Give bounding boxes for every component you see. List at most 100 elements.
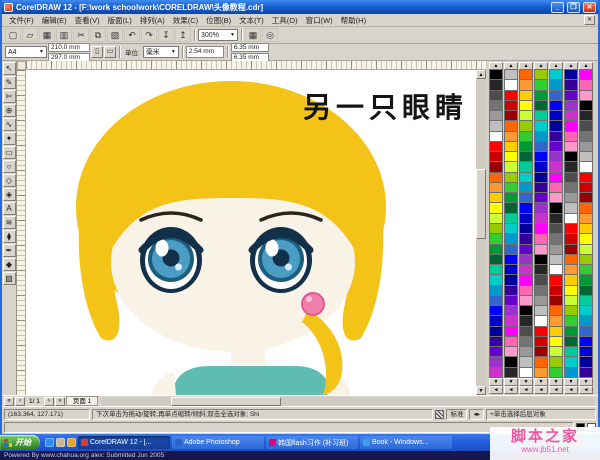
color-swatch[interactable] — [519, 367, 533, 378]
menu-item-9[interactable]: 窗口(W) — [302, 15, 337, 26]
duplicate-x-field[interactable]: 6.35 mm — [231, 43, 269, 52]
interactive-fill-tool[interactable]: ▧ — [3, 272, 16, 285]
calligraphy-caption[interactable]: 另一只眼睛 — [303, 86, 468, 126]
horizontal-scrollbar[interactable] — [101, 397, 594, 406]
scroll-down-icon[interactable]: ▼ — [476, 386, 486, 395]
export-icon[interactable]: ↥ — [175, 28, 191, 42]
zoom-level-select[interactable]: 300% ▼ — [198, 29, 238, 41]
menu-item-5[interactable]: 效果(C) — [169, 15, 202, 26]
scroll-up-icon[interactable]: ▲ — [476, 70, 486, 79]
menu-item-0[interactable]: 文件(F) — [5, 15, 38, 26]
color-swatch[interactable] — [534, 367, 548, 378]
palette-scroll-down-icon[interactable]: ▼ — [519, 378, 533, 386]
minimize-button[interactable]: _ — [551, 2, 564, 13]
units-select[interactable]: 毫米 ▼ — [143, 46, 179, 58]
palette-scroll-down-icon[interactable]: ▼ — [489, 378, 503, 386]
menu-item-10[interactable]: 帮助(H) — [337, 15, 370, 26]
maximize-button[interactable]: ❐ — [567, 2, 580, 13]
horizontal-scroll-thumb[interactable] — [171, 397, 281, 406]
quicklaunch-media-icon[interactable] — [67, 438, 76, 447]
paper-type-select[interactable]: A4 ▼ — [5, 46, 47, 58]
status-arrows[interactable]: ◂▸ — [469, 409, 484, 420]
menu-item-4[interactable]: 排列(A) — [136, 15, 169, 26]
interactive-blend-tool[interactable]: ≋ — [3, 216, 16, 229]
color-swatch[interactable] — [564, 367, 578, 378]
drawing-canvas[interactable]: 另一只眼睛 — [26, 70, 476, 395]
task-book[interactable]: Book - Windows... — [360, 436, 452, 449]
palette-scroll-down-icon[interactable]: ▼ — [504, 378, 518, 386]
palette-expand-icon[interactable]: ◄ — [564, 386, 578, 394]
hair-bobble[interactable] — [302, 293, 324, 315]
shape-tool[interactable]: ✎ — [3, 76, 16, 89]
menu-item-7[interactable]: 文本(T) — [235, 15, 268, 26]
color-swatch[interactable] — [489, 367, 503, 378]
color-swatch[interactable] — [549, 367, 563, 378]
quicklaunch-ie-icon[interactable] — [45, 438, 54, 447]
task-coreldraw[interactable]: CorelDRAW 12 - [... — [78, 436, 170, 449]
last-page-button[interactable]: » — [55, 397, 65, 406]
palette-expand-icon[interactable]: ◄ — [549, 386, 563, 394]
palette-expand-icon[interactable]: ◄ — [579, 386, 593, 394]
zoom-tool[interactable]: ⊕ — [3, 104, 16, 117]
new-icon[interactable]: ▢ — [5, 28, 21, 42]
save-icon[interactable]: ▦ — [39, 28, 55, 42]
prev-page-button[interactable]: ‹ — [15, 397, 25, 406]
smart-drawing-tool[interactable]: ✦ — [3, 132, 16, 145]
palette-scroll-down-icon[interactable]: ▼ — [564, 378, 578, 386]
menu-item-8[interactable]: 工具(O) — [268, 15, 302, 26]
vertical-scrollbar[interactable]: ▲ ▼ — [476, 70, 486, 395]
vertical-scroll-thumb[interactable] — [476, 169, 486, 239]
color-swatch[interactable] — [504, 367, 518, 378]
menu-item-6[interactable]: 位图(B) — [202, 15, 235, 26]
portrait-button[interactable]: ▯ — [91, 46, 103, 58]
ellipse-tool[interactable]: ○ — [3, 160, 16, 173]
page-tab[interactable]: 页面 1 — [66, 396, 98, 406]
outline-tool[interactable]: ✒ — [3, 244, 16, 257]
polygon-tool[interactable]: ◇ — [3, 174, 16, 187]
rectangle-tool[interactable]: ▭ — [3, 146, 16, 159]
palette-scroll-down-icon[interactable]: ▼ — [579, 378, 593, 386]
menu-item-3[interactable]: 版面(L) — [104, 15, 136, 26]
arm-left[interactable] — [152, 372, 176, 395]
copy-icon[interactable]: ⧉ — [90, 28, 106, 42]
corel-online-icon[interactable]: ◎ — [262, 28, 278, 42]
crop-tool[interactable]: ✄ — [3, 90, 16, 103]
palette-expand-icon[interactable]: ◄ — [504, 386, 518, 394]
import-icon[interactable]: ↧ — [158, 28, 174, 42]
pick-tool[interactable]: ↖ — [3, 62, 16, 75]
paste-icon[interactable]: ▨ — [107, 28, 123, 42]
task-flash[interactable]: 韩国flash习作 (补习班) — [266, 436, 358, 449]
palette-expand-icon[interactable]: ◄ — [534, 386, 548, 394]
first-page-button[interactable]: « — [4, 397, 14, 406]
shirt[interactable] — [172, 366, 331, 395]
document-close-button[interactable]: ✕ — [584, 15, 595, 25]
freehand-tool[interactable]: ∿ — [3, 118, 16, 131]
cut-icon[interactable]: ✂ — [73, 28, 89, 42]
menu-item-2[interactable]: 查看(V) — [71, 15, 104, 26]
basic-shapes-tool[interactable]: ◈ — [3, 188, 16, 201]
nudge-offset-field[interactable]: 2.54 mm — [186, 46, 224, 58]
paper-width-field[interactable]: 210.0 mm — [48, 43, 90, 52]
palette-expand-icon[interactable]: ◄ — [489, 386, 503, 394]
menu-item-1[interactable]: 编辑(E) — [38, 15, 71, 26]
palette-scroll-down-icon[interactable]: ▼ — [549, 378, 563, 386]
color-swatch[interactable] — [579, 367, 593, 378]
print-icon[interactable]: ▥ — [56, 28, 72, 42]
next-page-button[interactable]: › — [44, 397, 54, 406]
palette-expand-icon[interactable]: ◄ — [519, 386, 533, 394]
eye-left[interactable] — [140, 227, 202, 293]
eyedropper-tool[interactable]: ⧫ — [3, 230, 16, 243]
fill-tool[interactable]: ◆ — [3, 258, 16, 271]
task-photoshop[interactable]: Adobe Photoshop — [172, 436, 264, 449]
palette-scroll-down-icon[interactable]: ▼ — [534, 378, 548, 386]
landscape-button[interactable]: ▭ — [104, 46, 116, 58]
open-icon[interactable]: ▱ — [22, 28, 38, 42]
app-launcher-icon[interactable]: ▦ — [245, 28, 261, 42]
redo-icon[interactable]: ↷ — [141, 28, 157, 42]
close-button[interactable]: ✕ — [583, 2, 596, 13]
text-tool[interactable]: A — [3, 202, 16, 215]
undo-icon[interactable]: ↶ — [124, 28, 140, 42]
quicklaunch-desktop-icon[interactable] — [56, 438, 65, 447]
eye-right[interactable] — [250, 227, 312, 293]
start-button[interactable]: 开始 — [0, 435, 40, 450]
